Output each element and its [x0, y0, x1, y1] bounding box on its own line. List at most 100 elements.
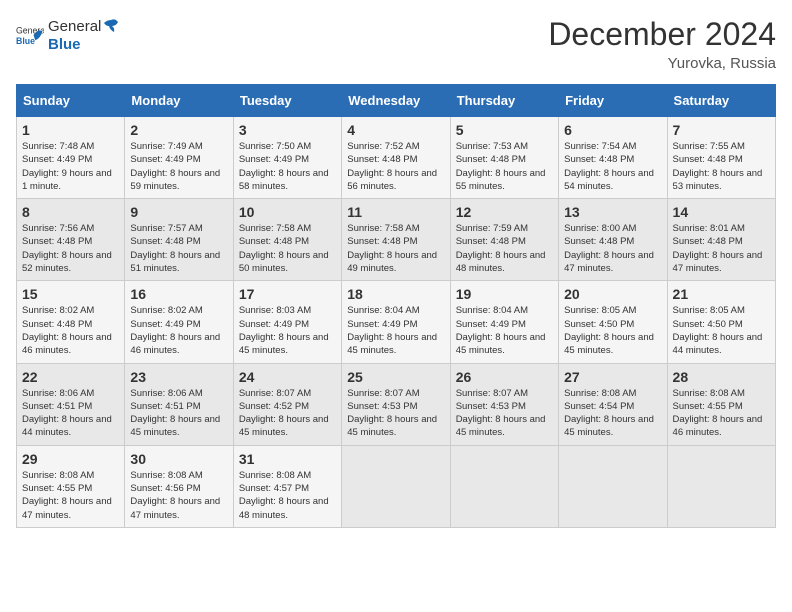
- calendar-week-row: 29 Sunrise: 8:08 AM Sunset: 4:55 PM Dayl…: [17, 445, 776, 527]
- day-number: 26: [456, 369, 553, 385]
- day-info: Sunrise: 7:50 AM Sunset: 4:49 PM Dayligh…: [239, 140, 336, 193]
- day-info: Sunrise: 8:01 AM Sunset: 4:48 PM Dayligh…: [673, 222, 770, 275]
- calendar-cell: 14 Sunrise: 8:01 AM Sunset: 4:48 PM Dayl…: [667, 199, 775, 281]
- calendar-cell: 13 Sunrise: 8:00 AM Sunset: 4:48 PM Dayl…: [559, 199, 667, 281]
- calendar-cell: 2 Sunrise: 7:49 AM Sunset: 4:49 PM Dayli…: [125, 117, 233, 199]
- calendar-cell: 30 Sunrise: 8:08 AM Sunset: 4:56 PM Dayl…: [125, 445, 233, 527]
- calendar-cell: 27 Sunrise: 8:08 AM Sunset: 4:54 PM Dayl…: [559, 363, 667, 445]
- calendar-cell: 8 Sunrise: 7:56 AM Sunset: 4:48 PM Dayli…: [17, 199, 125, 281]
- day-info: Sunrise: 8:04 AM Sunset: 4:49 PM Dayligh…: [456, 304, 553, 357]
- day-number: 31: [239, 451, 336, 467]
- day-number: 19: [456, 286, 553, 302]
- logo-icon: General Blue: [16, 21, 44, 49]
- day-number: 20: [564, 286, 661, 302]
- calendar-cell: 16 Sunrise: 8:02 AM Sunset: 4:49 PM Dayl…: [125, 281, 233, 363]
- calendar-week-row: 1 Sunrise: 7:48 AM Sunset: 4:49 PM Dayli…: [17, 117, 776, 199]
- day-number: 30: [130, 451, 227, 467]
- title-block: December 2024 Yurovka, Russia: [548, 16, 776, 72]
- calendar-cell: 11 Sunrise: 7:58 AM Sunset: 4:48 PM Dayl…: [342, 199, 450, 281]
- day-number: 18: [347, 286, 444, 302]
- day-info: Sunrise: 8:05 AM Sunset: 4:50 PM Dayligh…: [673, 304, 770, 357]
- day-number: 8: [22, 204, 119, 220]
- day-number: 27: [564, 369, 661, 385]
- day-number: 9: [130, 204, 227, 220]
- day-number: 22: [22, 369, 119, 385]
- calendar-cell: 5 Sunrise: 7:53 AM Sunset: 4:48 PM Dayli…: [450, 117, 558, 199]
- day-number: 29: [22, 451, 119, 467]
- day-number: 4: [347, 122, 444, 138]
- day-info: Sunrise: 7:53 AM Sunset: 4:48 PM Dayligh…: [456, 140, 553, 193]
- day-number: 5: [456, 122, 553, 138]
- calendar-cell: [342, 445, 450, 527]
- header-tuesday: Tuesday: [233, 85, 341, 117]
- calendar-cell: 24 Sunrise: 8:07 AM Sunset: 4:52 PM Dayl…: [233, 363, 341, 445]
- logo: General Blue General Blue: [16, 16, 121, 54]
- day-number: 11: [347, 204, 444, 220]
- day-number: 10: [239, 204, 336, 220]
- day-number: 1: [22, 122, 119, 138]
- day-info: Sunrise: 8:02 AM Sunset: 4:49 PM Dayligh…: [130, 304, 227, 357]
- day-info: Sunrise: 8:05 AM Sunset: 4:50 PM Dayligh…: [564, 304, 661, 357]
- day-info: Sunrise: 7:52 AM Sunset: 4:48 PM Dayligh…: [347, 140, 444, 193]
- day-number: 13: [564, 204, 661, 220]
- day-info: Sunrise: 7:49 AM Sunset: 4:49 PM Dayligh…: [130, 140, 227, 193]
- day-info: Sunrise: 8:02 AM Sunset: 4:48 PM Dayligh…: [22, 304, 119, 357]
- day-number: 24: [239, 369, 336, 385]
- day-number: 28: [673, 369, 770, 385]
- day-info: Sunrise: 8:07 AM Sunset: 4:53 PM Dayligh…: [347, 387, 444, 440]
- page-header: General Blue General Blue December 2024 …: [16, 16, 776, 72]
- calendar-cell: [450, 445, 558, 527]
- day-number: 3: [239, 122, 336, 138]
- day-number: 25: [347, 369, 444, 385]
- calendar-week-row: 22 Sunrise: 8:06 AM Sunset: 4:51 PM Dayl…: [17, 363, 776, 445]
- header-saturday: Saturday: [667, 85, 775, 117]
- day-info: Sunrise: 8:08 AM Sunset: 4:55 PM Dayligh…: [673, 387, 770, 440]
- calendar-cell: 3 Sunrise: 7:50 AM Sunset: 4:49 PM Dayli…: [233, 117, 341, 199]
- day-info: Sunrise: 7:58 AM Sunset: 4:48 PM Dayligh…: [239, 222, 336, 275]
- day-info: Sunrise: 7:56 AM Sunset: 4:48 PM Dayligh…: [22, 222, 119, 275]
- header-sunday: Sunday: [17, 85, 125, 117]
- calendar-week-row: 8 Sunrise: 7:56 AM Sunset: 4:48 PM Dayli…: [17, 199, 776, 281]
- calendar-cell: 6 Sunrise: 7:54 AM Sunset: 4:48 PM Dayli…: [559, 117, 667, 199]
- calendar-body: 1 Sunrise: 7:48 AM Sunset: 4:49 PM Dayli…: [17, 117, 776, 528]
- day-info: Sunrise: 8:06 AM Sunset: 4:51 PM Dayligh…: [22, 387, 119, 440]
- calendar-cell: 22 Sunrise: 8:06 AM Sunset: 4:51 PM Dayl…: [17, 363, 125, 445]
- day-info: Sunrise: 7:59 AM Sunset: 4:48 PM Dayligh…: [456, 222, 553, 275]
- calendar-cell: 19 Sunrise: 8:04 AM Sunset: 4:49 PM Dayl…: [450, 281, 558, 363]
- day-number: 15: [22, 286, 119, 302]
- calendar-table: Sunday Monday Tuesday Wednesday Thursday…: [16, 84, 776, 528]
- calendar-cell: 7 Sunrise: 7:55 AM Sunset: 4:48 PM Dayli…: [667, 117, 775, 199]
- day-number: 21: [673, 286, 770, 302]
- day-info: Sunrise: 8:08 AM Sunset: 4:55 PM Dayligh…: [22, 469, 119, 522]
- calendar-cell: 28 Sunrise: 8:08 AM Sunset: 4:55 PM Dayl…: [667, 363, 775, 445]
- calendar-week-row: 15 Sunrise: 8:02 AM Sunset: 4:48 PM Dayl…: [17, 281, 776, 363]
- day-info: Sunrise: 8:07 AM Sunset: 4:52 PM Dayligh…: [239, 387, 336, 440]
- header-monday: Monday: [125, 85, 233, 117]
- header-friday: Friday: [559, 85, 667, 117]
- day-number: 14: [673, 204, 770, 220]
- logo-text-blue: Blue: [48, 36, 81, 53]
- logo-text-general: General: [48, 18, 101, 35]
- calendar-cell: 21 Sunrise: 8:05 AM Sunset: 4:50 PM Dayl…: [667, 281, 775, 363]
- day-number: 7: [673, 122, 770, 138]
- day-info: Sunrise: 7:48 AM Sunset: 4:49 PM Dayligh…: [22, 140, 119, 193]
- day-info: Sunrise: 8:04 AM Sunset: 4:49 PM Dayligh…: [347, 304, 444, 357]
- days-of-week-row: Sunday Monday Tuesday Wednesday Thursday…: [17, 85, 776, 117]
- day-info: Sunrise: 7:58 AM Sunset: 4:48 PM Dayligh…: [347, 222, 444, 275]
- calendar-cell: 9 Sunrise: 7:57 AM Sunset: 4:48 PM Dayli…: [125, 199, 233, 281]
- calendar-cell: 12 Sunrise: 7:59 AM Sunset: 4:48 PM Dayl…: [450, 199, 558, 281]
- day-number: 6: [564, 122, 661, 138]
- calendar-cell: [559, 445, 667, 527]
- calendar-cell: 29 Sunrise: 8:08 AM Sunset: 4:55 PM Dayl…: [17, 445, 125, 527]
- header-thursday: Thursday: [450, 85, 558, 117]
- calendar-cell: 20 Sunrise: 8:05 AM Sunset: 4:50 PM Dayl…: [559, 281, 667, 363]
- calendar-cell: 1 Sunrise: 7:48 AM Sunset: 4:49 PM Dayli…: [17, 117, 125, 199]
- svg-text:Blue: Blue: [16, 36, 35, 46]
- calendar-cell: 26 Sunrise: 8:07 AM Sunset: 4:53 PM Dayl…: [450, 363, 558, 445]
- day-info: Sunrise: 7:54 AM Sunset: 4:48 PM Dayligh…: [564, 140, 661, 193]
- calendar-cell: 17 Sunrise: 8:03 AM Sunset: 4:49 PM Dayl…: [233, 281, 341, 363]
- day-info: Sunrise: 8:00 AM Sunset: 4:48 PM Dayligh…: [564, 222, 661, 275]
- header-wednesday: Wednesday: [342, 85, 450, 117]
- calendar-cell: 23 Sunrise: 8:06 AM Sunset: 4:51 PM Dayl…: [125, 363, 233, 445]
- calendar-cell: 10 Sunrise: 7:58 AM Sunset: 4:48 PM Dayl…: [233, 199, 341, 281]
